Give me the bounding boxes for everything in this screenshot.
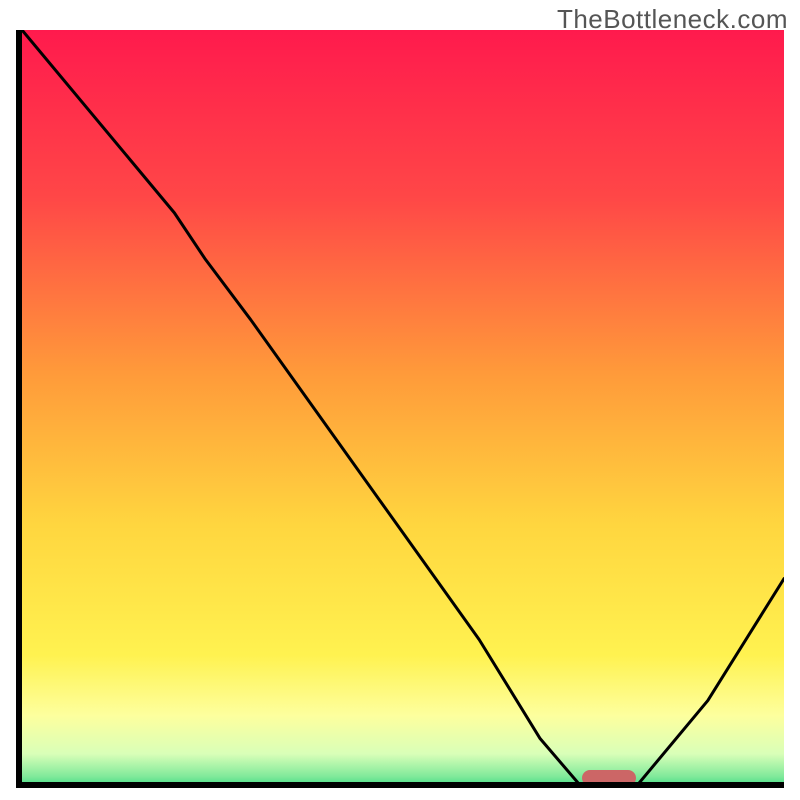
chart-frame: [16, 30, 784, 788]
chart-stage: TheBottleneck.com: [0, 0, 800, 800]
background-gradient: [22, 30, 784, 788]
optimal-marker: [582, 770, 636, 786]
